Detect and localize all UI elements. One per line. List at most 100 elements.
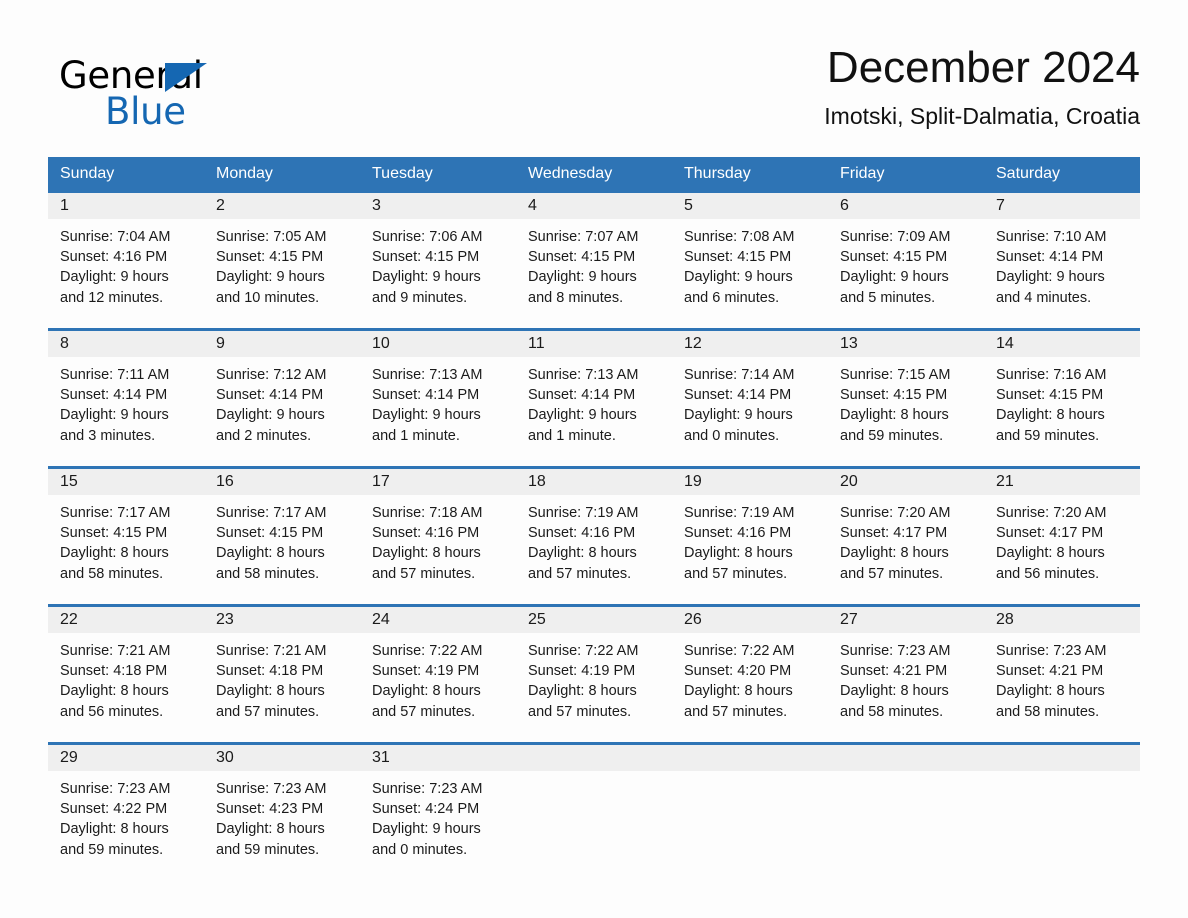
daylight-text: Daylight: 9 hours bbox=[528, 269, 637, 286]
day-number: 30 bbox=[216, 749, 234, 766]
day-number: 1 bbox=[60, 197, 69, 214]
day-number: 16 bbox=[216, 473, 234, 490]
day-cell[interactable]: Sunrise: 7:21 AM Sunset: 4:18 PM Dayligh… bbox=[48, 633, 204, 742]
sunrise-text: Sunrise: 7:13 AM bbox=[372, 367, 483, 383]
sunset-text: Sunset: 4:14 PM bbox=[216, 387, 324, 404]
day-number-band: 15 16 17 18 19 20 21 bbox=[48, 469, 1140, 495]
day-cell[interactable]: Sunrise: 7:23 AM Sunset: 4:21 PM Dayligh… bbox=[828, 633, 984, 742]
sunrise-text: Sunrise: 7:19 AM bbox=[528, 505, 639, 521]
day-cell[interactable]: Sunrise: 7:22 AM Sunset: 4:19 PM Dayligh… bbox=[360, 633, 516, 742]
day-cell[interactable]: Sunrise: 7:14 AM Sunset: 4:14 PM Dayligh… bbox=[672, 357, 828, 466]
sunset-text: Sunset: 4:16 PM bbox=[528, 525, 636, 542]
day-cell[interactable]: Sunrise: 7:17 AM Sunset: 4:15 PM Dayligh… bbox=[204, 495, 360, 604]
sunset-text: Sunset: 4:18 PM bbox=[216, 663, 324, 680]
day-cell[interactable]: Sunrise: 7:23 AM Sunset: 4:22 PM Dayligh… bbox=[48, 771, 204, 883]
daylight-text-cont: and 57 minutes. bbox=[372, 703, 476, 720]
sunset-text: Sunset: 4:17 PM bbox=[840, 525, 948, 542]
day-number: 10 bbox=[372, 335, 390, 352]
day-cell[interactable]: Sunrise: 7:22 AM Sunset: 4:20 PM Dayligh… bbox=[672, 633, 828, 742]
day-number: 25 bbox=[528, 611, 546, 628]
calendar-page: General Blue December 2024 Imotski, Spli… bbox=[0, 0, 1188, 918]
sunset-text: Sunset: 4:21 PM bbox=[840, 663, 948, 680]
daylight-text-cont: and 57 minutes. bbox=[372, 565, 476, 582]
daylight-text: Daylight: 8 hours bbox=[372, 683, 481, 700]
day-cell[interactable]: Sunrise: 7:08 AM Sunset: 4:15 PM Dayligh… bbox=[672, 219, 828, 328]
day-cell[interactable]: Sunrise: 7:23 AM Sunset: 4:24 PM Dayligh… bbox=[360, 771, 516, 883]
day-number-band: 1 2 3 4 5 6 7 bbox=[48, 193, 1140, 219]
sunrise-text: Sunrise: 7:23 AM bbox=[996, 643, 1107, 659]
day-number-empty bbox=[828, 745, 984, 771]
day-cell[interactable]: Sunrise: 7:06 AM Sunset: 4:15 PM Dayligh… bbox=[360, 219, 516, 328]
day-cell[interactable]: Sunrise: 7:13 AM Sunset: 4:14 PM Dayligh… bbox=[360, 357, 516, 466]
sunrise-text: Sunrise: 7:12 AM bbox=[216, 367, 327, 383]
day-cell[interactable]: Sunrise: 7:17 AM Sunset: 4:15 PM Dayligh… bbox=[48, 495, 204, 604]
daylight-text: Daylight: 9 hours bbox=[372, 269, 481, 286]
sunset-text: Sunset: 4:17 PM bbox=[996, 525, 1104, 542]
sunset-text: Sunset: 4:16 PM bbox=[684, 525, 792, 542]
day-number: 28 bbox=[996, 611, 1014, 628]
day-number: 4 bbox=[528, 197, 537, 214]
sunrise-text: Sunrise: 7:17 AM bbox=[216, 505, 327, 521]
day-cell[interactable]: Sunrise: 7:20 AM Sunset: 4:17 PM Dayligh… bbox=[828, 495, 984, 604]
day-cell-empty bbox=[828, 771, 984, 883]
sunrise-text: Sunrise: 7:05 AM bbox=[216, 229, 327, 245]
day-cell[interactable]: Sunrise: 7:16 AM Sunset: 4:15 PM Dayligh… bbox=[984, 357, 1140, 466]
daylight-text: Daylight: 8 hours bbox=[60, 821, 169, 838]
day-number: 26 bbox=[684, 611, 702, 628]
sunset-text: Sunset: 4:21 PM bbox=[996, 663, 1104, 680]
day-cell[interactable]: Sunrise: 7:23 AM Sunset: 4:21 PM Dayligh… bbox=[984, 633, 1140, 742]
day-number: 19 bbox=[684, 473, 702, 490]
day-cell[interactable]: Sunrise: 7:04 AM Sunset: 4:16 PM Dayligh… bbox=[48, 219, 204, 328]
day-cell[interactable]: Sunrise: 7:22 AM Sunset: 4:19 PM Dayligh… bbox=[516, 633, 672, 742]
day-cell[interactable]: Sunrise: 7:23 AM Sunset: 4:23 PM Dayligh… bbox=[204, 771, 360, 883]
day-cell[interactable]: Sunrise: 7:15 AM Sunset: 4:15 PM Dayligh… bbox=[828, 357, 984, 466]
day-cell[interactable]: Sunrise: 7:10 AM Sunset: 4:14 PM Dayligh… bbox=[984, 219, 1140, 328]
day-cell[interactable]: Sunrise: 7:19 AM Sunset: 4:16 PM Dayligh… bbox=[516, 495, 672, 604]
daylight-text-cont: and 58 minutes. bbox=[840, 703, 944, 720]
day-cell[interactable]: Sunrise: 7:12 AM Sunset: 4:14 PM Dayligh… bbox=[204, 357, 360, 466]
day-cell-empty bbox=[984, 771, 1140, 883]
day-number-band: 22 23 24 25 26 27 28 bbox=[48, 607, 1140, 633]
day-cell[interactable]: Sunrise: 7:11 AM Sunset: 4:14 PM Dayligh… bbox=[48, 357, 204, 466]
title-block: December 2024 Imotski, Split-Dalmatia, C… bbox=[440, 40, 1140, 130]
day-cell[interactable]: Sunrise: 7:21 AM Sunset: 4:18 PM Dayligh… bbox=[204, 633, 360, 742]
sunset-text: Sunset: 4:14 PM bbox=[684, 387, 792, 404]
daylight-text: Daylight: 8 hours bbox=[840, 407, 949, 424]
weekday-header-thursday: Thursday bbox=[684, 165, 751, 182]
day-detail-band: Sunrise: 7:17 AM Sunset: 4:15 PM Dayligh… bbox=[48, 495, 1140, 604]
sunset-text: Sunset: 4:20 PM bbox=[684, 663, 792, 680]
day-number: 9 bbox=[216, 335, 225, 352]
sunrise-text: Sunrise: 7:16 AM bbox=[996, 367, 1107, 383]
day-cell[interactable]: Sunrise: 7:20 AM Sunset: 4:17 PM Dayligh… bbox=[984, 495, 1140, 604]
weekday-header-saturday: Saturday bbox=[996, 165, 1061, 182]
daylight-text: Daylight: 8 hours bbox=[372, 545, 481, 562]
daylight-text: Daylight: 8 hours bbox=[840, 545, 949, 562]
daylight-text: Daylight: 9 hours bbox=[684, 407, 793, 424]
daylight-text: Daylight: 9 hours bbox=[60, 407, 169, 424]
sunset-text: Sunset: 4:22 PM bbox=[60, 801, 168, 818]
day-cell-empty bbox=[516, 771, 672, 883]
general-blue-logo[interactable]: General Blue bbox=[59, 54, 289, 136]
daylight-text-cont: and 9 minutes. bbox=[372, 289, 468, 306]
day-cell[interactable]: Sunrise: 7:19 AM Sunset: 4:16 PM Dayligh… bbox=[672, 495, 828, 604]
day-number: 15 bbox=[60, 473, 78, 490]
day-detail-band: Sunrise: 7:11 AM Sunset: 4:14 PM Dayligh… bbox=[48, 357, 1140, 466]
sunrise-text: Sunrise: 7:23 AM bbox=[60, 781, 171, 797]
sunrise-text: Sunrise: 7:10 AM bbox=[996, 229, 1107, 245]
daylight-text: Daylight: 9 hours bbox=[372, 407, 481, 424]
day-cell[interactable]: Sunrise: 7:07 AM Sunset: 4:15 PM Dayligh… bbox=[516, 219, 672, 328]
day-number: 6 bbox=[840, 197, 849, 214]
day-number: 21 bbox=[996, 473, 1014, 490]
day-cell[interactable]: Sunrise: 7:13 AM Sunset: 4:14 PM Dayligh… bbox=[516, 357, 672, 466]
sunrise-text: Sunrise: 7:13 AM bbox=[528, 367, 639, 383]
daylight-text-cont: and 57 minutes. bbox=[528, 703, 632, 720]
daylight-text: Daylight: 9 hours bbox=[528, 407, 637, 424]
day-cell[interactable]: Sunrise: 7:09 AM Sunset: 4:15 PM Dayligh… bbox=[828, 219, 984, 328]
page-subtitle: Imotski, Split-Dalmatia, Croatia bbox=[824, 103, 1140, 129]
day-number: 23 bbox=[216, 611, 234, 628]
daylight-text-cont: and 1 minute. bbox=[528, 427, 616, 444]
sunset-text: Sunset: 4:15 PM bbox=[840, 249, 948, 266]
sunrise-text: Sunrise: 7:21 AM bbox=[216, 643, 327, 659]
day-cell[interactable]: Sunrise: 7:18 AM Sunset: 4:16 PM Dayligh… bbox=[360, 495, 516, 604]
day-cell[interactable]: Sunrise: 7:05 AM Sunset: 4:15 PM Dayligh… bbox=[204, 219, 360, 328]
